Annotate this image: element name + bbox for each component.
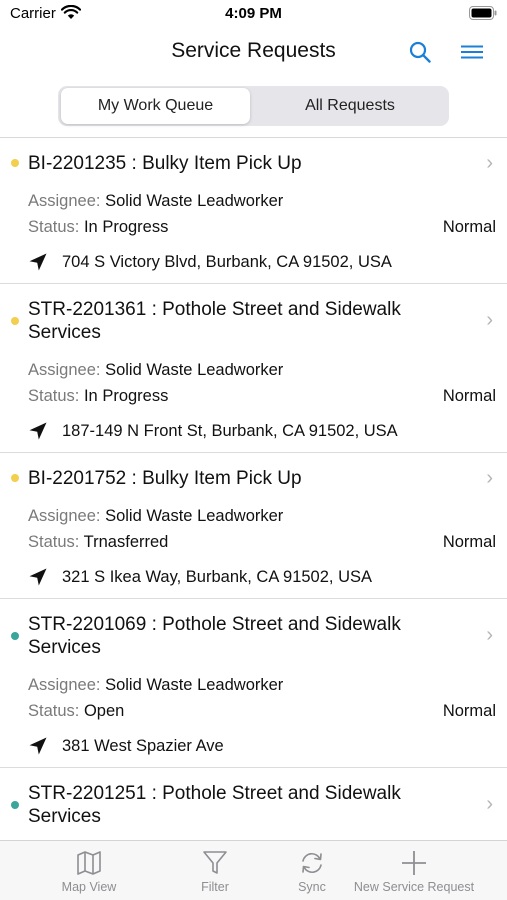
assignee-label: Assignee:	[28, 507, 101, 525]
segment-all-requests[interactable]: All Requests	[254, 88, 446, 124]
plus-icon	[402, 851, 426, 875]
assignee-row: Assignee: Solid Waste Leadworker	[28, 507, 283, 526]
request-title: BI-2201752 : Bulky Item Pick Up	[28, 468, 302, 489]
status-value: Trnasferred	[83, 533, 169, 551]
assignee-value: Solid Waste Leadworker	[105, 361, 284, 379]
search-button[interactable]	[404, 36, 436, 68]
request-title: STR-2201361 : Pothole Street and Sidewal…	[28, 299, 401, 343]
chevron-right-icon: ›	[486, 467, 493, 489]
battery-icon	[469, 6, 497, 20]
tab-sync[interactable]: Sync	[282, 841, 342, 900]
search-icon	[409, 41, 431, 63]
tab-filter[interactable]: Filter	[175, 841, 255, 900]
menu-icon	[461, 45, 483, 59]
chevron-right-icon: ›	[486, 793, 493, 815]
chevron-right-icon: ›	[486, 309, 493, 331]
request-item[interactable]: STR-2201251 : Pothole Street and Sidewal…	[0, 768, 507, 840]
status-value: In Progress	[83, 387, 169, 405]
request-item[interactable]: STR-2201069 : Pothole Street and Sidewal…	[0, 599, 507, 768]
priority-value: Normal	[442, 702, 496, 720]
status-row: Status: In Progress	[28, 218, 168, 237]
status-row: Status: In Progress	[28, 387, 168, 406]
assignee-value: Solid Waste Leadworker	[105, 192, 284, 210]
status-label: Status:	[28, 387, 80, 405]
address-row: 704 S Victory Blvd, Burbank, CA 91502, U…	[28, 252, 392, 272]
tab-label: Map View	[61, 880, 117, 894]
assignee-row: Assignee: Solid Waste Leadworker	[28, 676, 283, 695]
status-label: Status:	[28, 218, 80, 236]
bottom-tab-bar: Map View Filter Sync New Service Request	[0, 840, 507, 900]
tab-new-service-request[interactable]: New Service Request	[344, 841, 484, 900]
assignee-row: Assignee: Solid Waste Leadworker	[28, 192, 283, 211]
chevron-right-icon: ›	[486, 624, 493, 646]
address-text: 187-149 N Front St, Burbank, CA 91502, U…	[62, 421, 398, 440]
request-title: BI-2201235 : Bulky Item Pick Up	[28, 153, 302, 174]
status-dot	[11, 801, 19, 809]
filter-icon	[203, 851, 227, 874]
assignee-label: Assignee:	[28, 361, 101, 379]
location-arrow-icon	[29, 568, 47, 586]
segment-my-work-queue[interactable]: My Work Queue	[61, 88, 250, 124]
request-item[interactable]: STR-2201361 : Pothole Street and Sidewal…	[0, 284, 507, 453]
address-text: 704 S Victory Blvd, Burbank, CA 91502, U…	[62, 252, 392, 271]
request-title: STR-2201069 : Pothole Street and Sidewal…	[28, 614, 401, 658]
status-label: Status:	[28, 533, 80, 551]
assignee-label: Assignee:	[28, 676, 101, 694]
clock: 4:09 PM	[225, 5, 282, 22]
priority-value: Normal	[442, 218, 496, 236]
request-list: BI-2201235 : Bulky Item Pick Up › Assign…	[0, 137, 507, 840]
assignee-value: Solid Waste Leadworker	[105, 507, 284, 525]
tab-label: New Service Request	[353, 880, 475, 894]
location-arrow-icon	[29, 422, 47, 440]
address-text: 381 West Spazier Ave	[62, 736, 224, 755]
address-row: 187-149 N Front St, Burbank, CA 91502, U…	[28, 421, 398, 441]
assignee-value: Solid Waste Leadworker	[105, 676, 284, 694]
request-item[interactable]: BI-2201752 : Bulky Item Pick Up › Assign…	[0, 453, 507, 599]
request-title: STR-2201251 : Pothole Street and Sidewal…	[28, 783, 401, 827]
tab-label: Filter	[201, 880, 229, 894]
status-bar: Carrier 4:09 PM	[0, 0, 507, 30]
status-dot	[11, 317, 19, 325]
menu-button[interactable]	[456, 36, 488, 68]
priority-value: Normal	[442, 387, 496, 405]
location-arrow-icon	[29, 737, 47, 755]
status-value: In Progress	[83, 218, 169, 236]
tab-label: Sync	[298, 880, 326, 894]
status-dot	[11, 159, 19, 167]
address-row: 381 West Spazier Ave	[28, 736, 224, 756]
nav-bar: Service Requests	[0, 30, 507, 74]
map-icon	[77, 851, 101, 875]
priority-value: Normal	[442, 533, 496, 551]
assignee-label: Assignee:	[28, 192, 101, 210]
location-arrow-icon	[29, 253, 47, 271]
tab-map-view[interactable]: Map View	[44, 841, 134, 900]
status-label: Status:	[28, 702, 80, 720]
request-item[interactable]: BI-2201235 : Bulky Item Pick Up › Assign…	[0, 138, 507, 284]
queue-segmented-control: My Work Queue All Requests	[58, 86, 449, 126]
status-row: Status: Open	[28, 702, 124, 721]
sync-icon	[302, 853, 322, 873]
status-row: Status: Trnasferred	[28, 533, 168, 552]
address-text: 321 S Ikea Way, Burbank, CA 91502, USA	[62, 567, 373, 586]
status-dot	[11, 632, 19, 640]
chevron-right-icon: ›	[486, 152, 493, 174]
status-value: Open	[83, 702, 125, 720]
address-row: 321 S Ikea Way, Burbank, CA 91502, USA	[28, 567, 372, 587]
status-dot	[11, 474, 19, 482]
assignee-row: Assignee: Solid Waste Leadworker	[28, 361, 283, 380]
